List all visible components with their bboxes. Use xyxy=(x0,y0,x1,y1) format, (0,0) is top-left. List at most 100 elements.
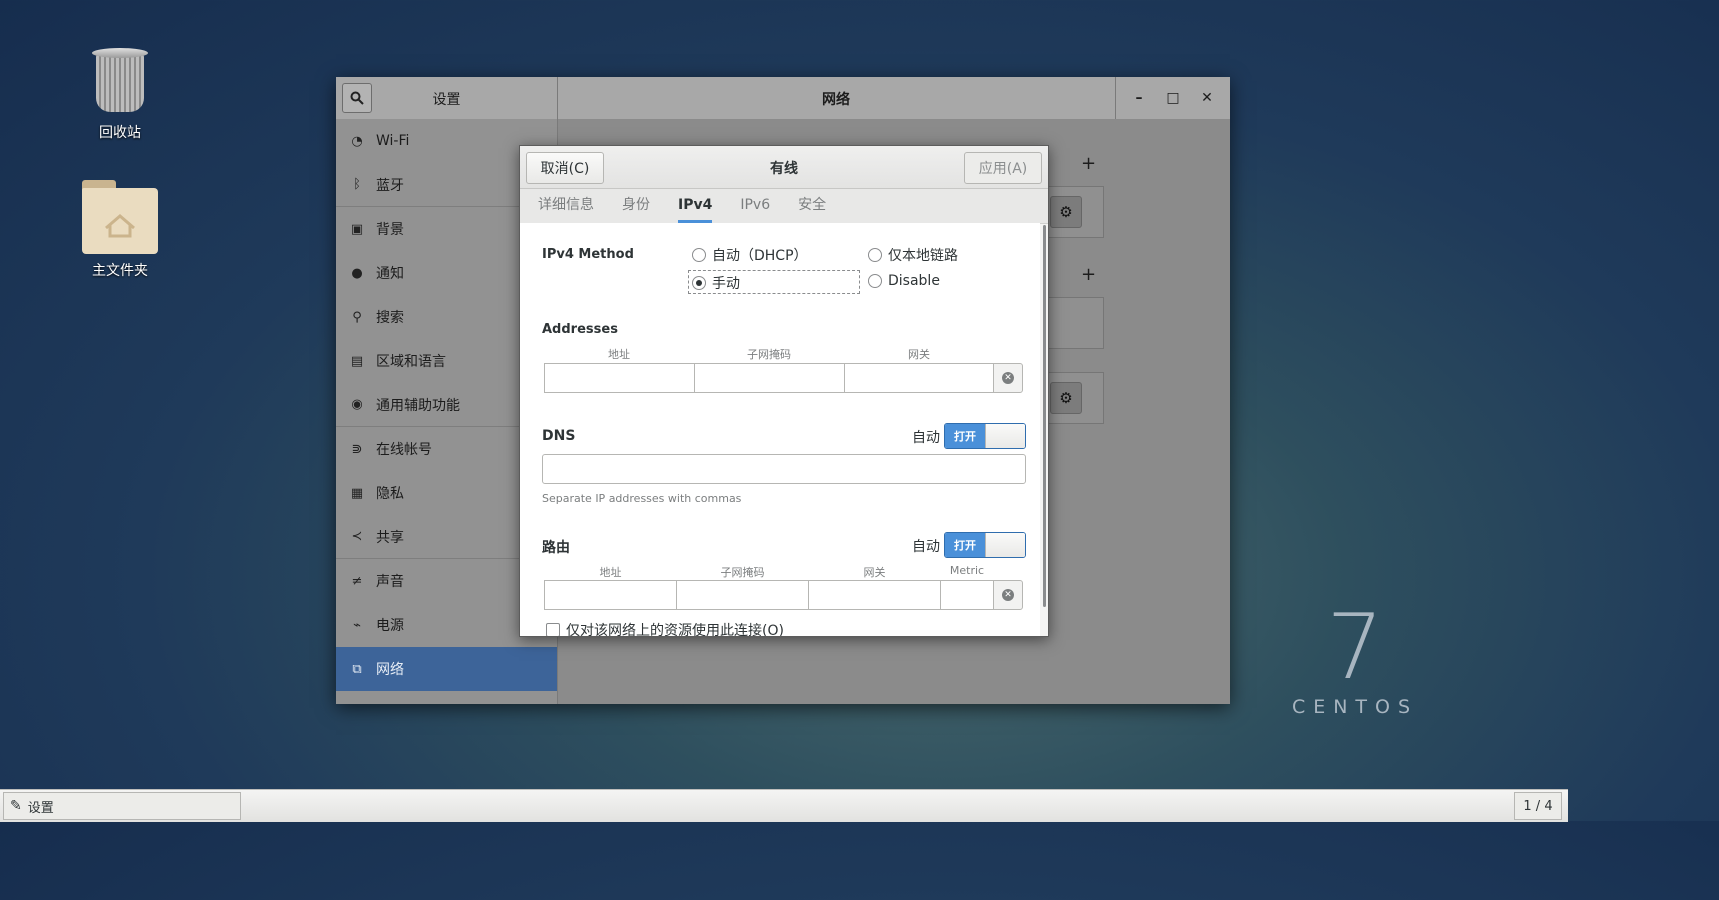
tab-ipv6[interactable]: IPv6 xyxy=(740,189,770,223)
wired-settings-gear-icon[interactable]: ⚙ xyxy=(1050,196,1082,228)
route-gateway-col-header: 网关 xyxy=(863,566,886,579)
search-icon: ⚲ xyxy=(352,309,362,325)
home-folder-label[interactable]: 主文件夹 xyxy=(65,260,175,280)
gateway-col-header: 网关 xyxy=(908,348,930,361)
method-manual[interactable]: 手动 xyxy=(692,273,740,293)
add-connection-icon[interactable]: + xyxy=(1081,264,1096,285)
trash-label[interactable]: 回收站 xyxy=(65,122,175,142)
netmask-input[interactable] xyxy=(694,363,845,393)
radio-selected-icon xyxy=(692,276,706,290)
region-icon: ▤ xyxy=(350,353,364,369)
sound-icon: ≠ xyxy=(351,573,363,589)
netmask-col-header: 子网掩码 xyxy=(747,348,791,361)
wifi-icon: ◔ xyxy=(351,133,363,149)
routes-label: 路由 xyxy=(542,540,570,556)
delete-address-button[interactable]: ✕ xyxy=(993,363,1023,393)
sidebar-item-label: 蓝牙 xyxy=(376,177,404,194)
radio-icon xyxy=(868,248,882,262)
tools-icon: ✎ xyxy=(10,798,22,814)
sidebar-item-label: 通用辅助功能 xyxy=(376,397,460,414)
sidebar-item-label: 共享 xyxy=(376,529,404,546)
close-button[interactable]: ✕ xyxy=(1197,90,1217,106)
centos-version: 7 xyxy=(1326,595,1384,700)
dns-auto-label: 自动 xyxy=(912,430,940,446)
routes-switch-on-label: 打开 xyxy=(945,533,985,557)
route-address-col-header: 地址 xyxy=(599,566,622,579)
method-manual-label: 手动 xyxy=(712,276,740,292)
sidebar-item-label: Wi-Fi xyxy=(376,133,410,149)
routes-auto-label: 自动 xyxy=(912,539,940,555)
dns-label: DNS xyxy=(542,428,576,444)
sidebar-item-label: 通知 xyxy=(376,266,404,282)
tab-security[interactable]: 安全 xyxy=(798,189,826,223)
sidebar-item-label: 网络 xyxy=(376,662,404,678)
method-auto-dhcp-label: 自动（DHCP） xyxy=(712,248,808,264)
method-disable-label: Disable xyxy=(888,273,940,289)
route-metric-col-header: Metric xyxy=(949,564,985,577)
taskbar: ✎ 设置 1 / 4 xyxy=(0,789,1568,822)
taskbar-settings-button[interactable]: ✎ 设置 xyxy=(3,792,241,820)
online-accounts-icon: ⋑ xyxy=(351,441,363,457)
notification-icon: ● xyxy=(351,265,363,281)
dns-auto-switch[interactable]: 打开 xyxy=(944,423,1026,449)
address-input[interactable] xyxy=(544,363,695,393)
sidebar-item-network[interactable]: ⧉ 网络 xyxy=(336,647,557,691)
route-metric-input[interactable] xyxy=(940,580,994,610)
addresses-label: Addresses xyxy=(542,322,618,337)
add-vpn-icon[interactable]: + xyxy=(1081,153,1096,174)
address-col-header: 地址 xyxy=(608,348,630,361)
ipv4-content: IPv4 Method 自动（DHCP） 仅本地链路 手动 Disable Ad… xyxy=(520,223,1040,636)
sidebar-item-label: 在线帐号 xyxy=(376,442,432,458)
route-gateway-input[interactable] xyxy=(808,580,941,610)
proxy-settings-gear-icon[interactable]: ⚙ xyxy=(1050,382,1082,414)
apply-button[interactable]: 应用(A) xyxy=(964,152,1042,184)
route-netmask-input[interactable] xyxy=(676,580,809,610)
dns-hint: Separate IP addresses with commas xyxy=(542,492,742,505)
background-icon: ▣ xyxy=(350,221,364,237)
ipv4-method-label: IPv4 Method xyxy=(542,247,634,262)
panel-title: 网络 xyxy=(822,92,850,108)
radio-icon xyxy=(868,274,882,288)
routes-auto-switch[interactable]: 打开 xyxy=(944,532,1026,558)
gateway-input[interactable] xyxy=(844,363,994,393)
share-icon: ≺ xyxy=(351,529,363,544)
clear-icon: ✕ xyxy=(1002,589,1014,601)
sidebar-title: 设置 xyxy=(432,92,461,108)
wired-dialog: 取消(C) 有线 应用(A) 详细信息 身份 IPv4 IPv6 安全 IPv4… xyxy=(519,145,1049,637)
method-auto-dhcp[interactable]: 自动（DHCP） xyxy=(692,245,808,265)
only-local-resources-label: 仅对该网络上的资源使用此连接(O) xyxy=(566,623,784,637)
tab-identity[interactable]: 身份 xyxy=(622,189,650,223)
maximize-button[interactable]: □ xyxy=(1163,90,1183,106)
only-local-resources-checkbox[interactable]: 仅对该网络上的资源使用此连接(O) xyxy=(546,620,784,637)
centos-logo: 7 CENTOS xyxy=(1290,595,1420,719)
radio-icon xyxy=(692,248,706,262)
dns-switch-on-label: 打开 xyxy=(945,424,985,448)
method-link-local[interactable]: 仅本地链路 xyxy=(868,245,958,265)
bluetooth-icon: ᛒ xyxy=(353,177,361,192)
sidebar-item-label: 电源 xyxy=(376,618,404,634)
home-folder-icon[interactable] xyxy=(82,180,158,254)
network-icon: ⧉ xyxy=(352,661,362,677)
dns-input[interactable] xyxy=(542,454,1026,484)
settings-header: 设置 网络 – □ ✕ xyxy=(336,77,1230,120)
checkbox-icon xyxy=(546,623,560,636)
minimize-button[interactable]: – xyxy=(1129,90,1149,106)
delete-route-button[interactable]: ✕ xyxy=(993,580,1023,610)
method-link-local-label: 仅本地链路 xyxy=(888,248,958,264)
sidebar-item-label: 搜索 xyxy=(376,310,404,326)
power-icon: ⌁ xyxy=(353,617,361,633)
privacy-icon: ▦ xyxy=(350,485,364,501)
dialog-scrollbar[interactable] xyxy=(1043,225,1046,607)
tab-details[interactable]: 详细信息 xyxy=(538,189,594,223)
trash-icon[interactable] xyxy=(92,48,148,114)
sidebar-item-label: 声音 xyxy=(376,574,404,590)
workspace-pager[interactable]: 1 / 4 xyxy=(1514,792,1562,820)
centos-wordmark: CENTOS xyxy=(1291,696,1419,718)
taskbar-settings-label: 设置 xyxy=(27,800,54,816)
route-address-input[interactable] xyxy=(544,580,677,610)
method-disable[interactable]: Disable xyxy=(868,273,940,289)
sidebar-item-label: 区域和语言 xyxy=(376,354,446,370)
tab-ipv4[interactable]: IPv4 xyxy=(678,189,713,223)
sidebar-item-label: 隐私 xyxy=(376,486,404,502)
accessibility-icon: ◉ xyxy=(351,397,363,412)
